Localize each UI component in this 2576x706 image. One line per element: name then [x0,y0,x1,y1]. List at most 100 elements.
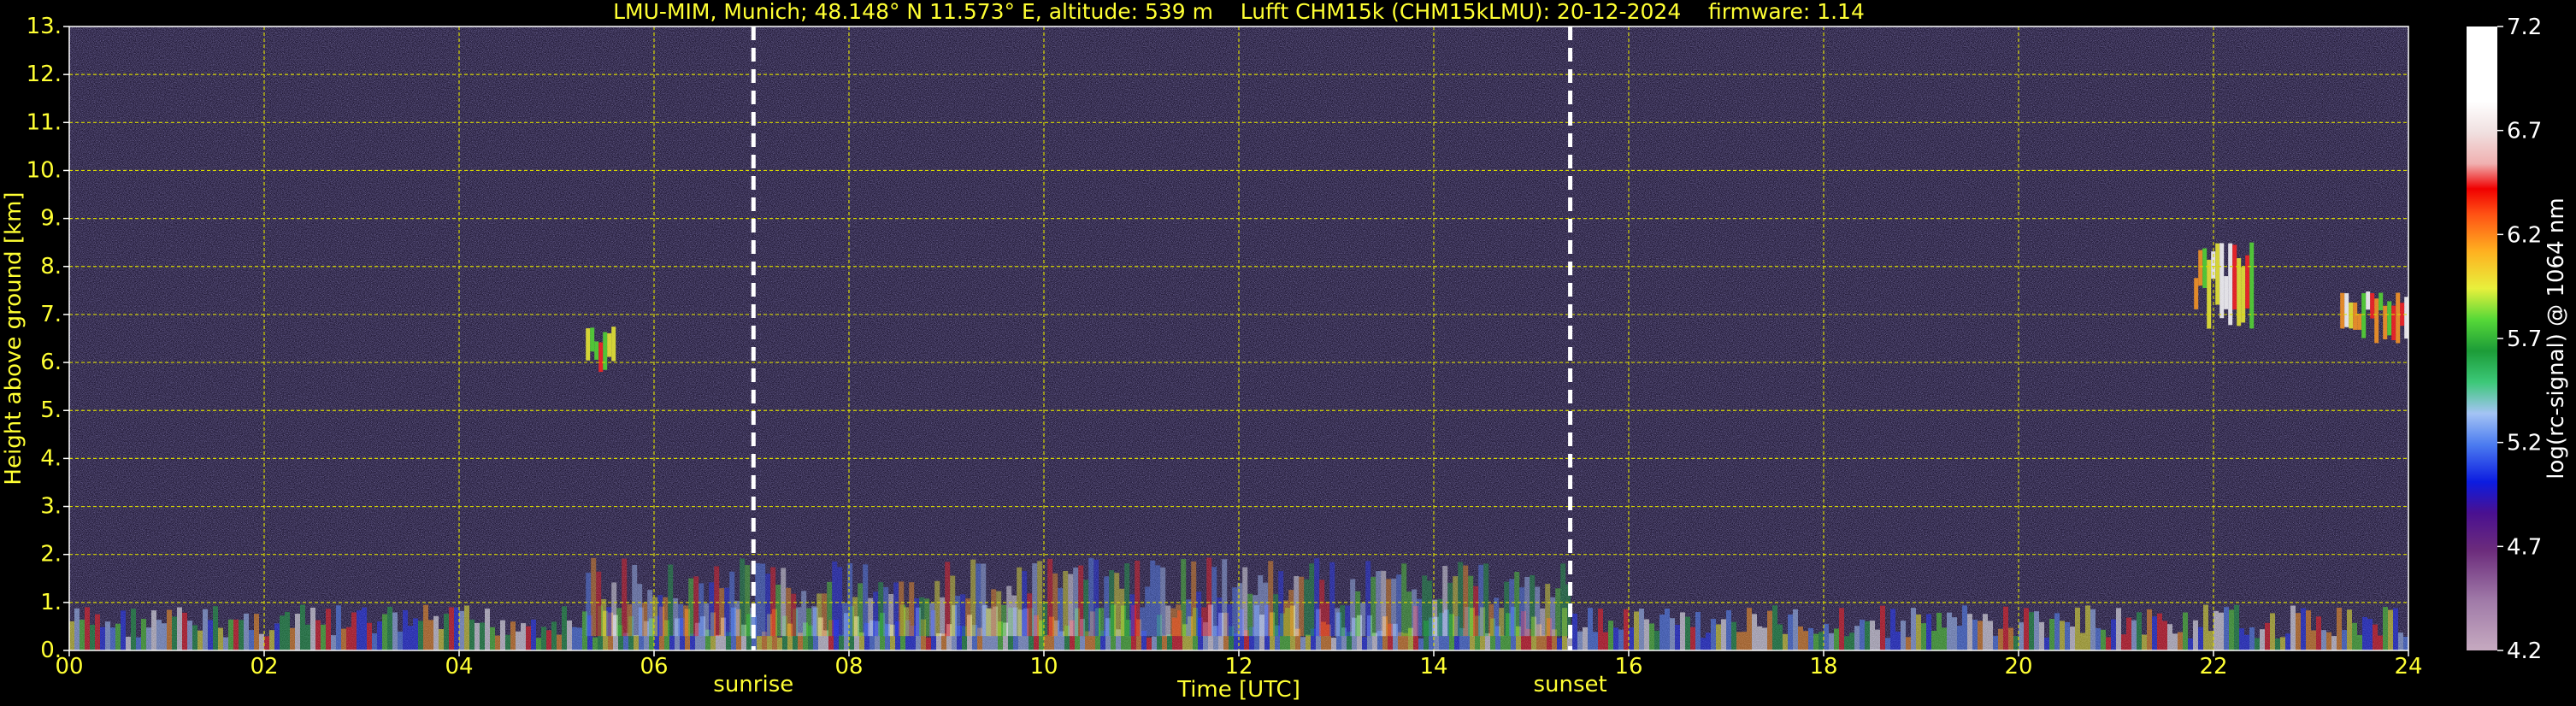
aerosol-layer-column [1058,587,1064,637]
aerosol-layer-column [811,606,817,637]
aerosol-layer-column [976,563,981,637]
boundary-layer-column [2270,613,2275,650]
boundary-layer-column [218,627,223,650]
y-tick-label: 12. [27,62,62,87]
boundary-layer-column [777,637,782,650]
boundary-layer-column [1772,605,1777,650]
aerosol-layer-column [765,574,771,637]
x-tick-label: 24 [2394,654,2422,680]
boundary-layer-column [418,621,423,650]
boundary-layer-column [2347,609,2352,650]
boundary-layer-column [1639,609,1644,650]
boundary-layer-column [1721,619,1726,650]
aerosol-layer-column [827,581,833,637]
aerosol-layer-column [1329,562,1335,637]
aerosol-layer-column [775,585,781,637]
aerosol-layer-column [1247,593,1253,637]
boundary-layer-column [526,626,531,650]
aerosol-layer-column [893,582,899,637]
boundary-layer-column [1685,616,1690,650]
boundary-layer-column [2147,609,2152,650]
x-tick-label: 20 [2004,654,2032,680]
aerosol-layer-column [1519,587,1525,637]
cloud-column [2245,255,2250,309]
aerosol-layer-column [945,562,951,637]
boundary-layer-column [367,622,372,650]
aerosol-layer-column [1355,591,1361,637]
boundary-layer-column [141,619,146,650]
aerosol-layer-column [1283,600,1289,637]
aerosol-layer-column [1273,594,1279,637]
aerosol-layer-column [616,608,622,637]
boundary-layer-column [2096,627,2101,650]
boundary-layer-column [2239,628,2244,650]
aerosol-layer-column [1088,557,1094,637]
aerosol-layer-column [914,597,920,637]
boundary-layer-column [562,606,567,650]
cloud-column [2379,292,2384,311]
colorbar-tick-label: 6.7 [2507,119,2542,144]
boundary-layer-column [2142,634,2147,650]
aerosol-layer-column [647,590,653,637]
cloud-column [2194,278,2199,309]
boundary-layer-column [1813,633,1819,650]
aerosol-layer-column [981,563,987,637]
aerosol-layer-column [1504,581,1510,637]
aerosol-layer-column [1560,563,1566,637]
boundary-layer-column [1706,632,1711,650]
aerosol-layer-column [1314,558,1320,637]
boundary-layer-column [2188,638,2193,650]
boundary-layer-column [2378,635,2383,650]
aerosol-layer-column [1104,576,1110,637]
boundary-layer-column [300,604,305,650]
boundary-layer-column [239,620,244,650]
aerosol-layer-column [1052,573,1058,637]
boundary-layer-column [2260,629,2265,650]
y-tick-label: 3. [40,494,62,520]
boundary-layer-column [1695,611,1701,650]
boundary-layer-column [2208,631,2213,650]
boundary-layer-column [1624,609,1629,650]
boundary-layer-column [1665,609,1670,650]
aerosol-layer-column [627,603,633,637]
aerosol-layer-column [806,608,812,637]
boundary-layer-column [2362,616,2367,650]
cloud-column [2396,292,2401,344]
cloud-column [2344,293,2349,327]
y-tick-label: 10. [27,157,62,183]
boundary-layer-column [567,620,572,650]
boundary-layer-column [351,612,357,650]
aerosol-layer-column [816,593,822,637]
boundary-layer-column [536,638,541,650]
aerosol-layer-column [637,584,643,637]
boundary-layer-column [90,624,95,650]
aerosol-layer-column [1350,579,1356,637]
cloud-column [2366,291,2371,310]
aerosol-layer-column [1099,608,1105,637]
aerosol-layer-column [1447,582,1453,637]
boundary-layer-column [2311,630,2316,650]
aerosol-layer-column [1391,579,1397,637]
boundary-layer-column [80,620,85,650]
boundary-layer-column [1670,618,1675,650]
aerosol-layer-column [693,576,699,637]
boundary-layer-column [1931,630,1936,650]
boundary-layer-column [197,630,203,650]
boundary-layer-column [2090,609,2096,650]
x-tick-label: 22 [2199,654,2227,680]
cloud-column [594,341,599,360]
boundary-layer-column [1824,623,1829,650]
aerosol-layer-column [657,595,663,637]
boundary-layer-column [2003,606,2008,650]
boundary-layer-column [1916,614,1921,650]
aerosol-layer-column [1494,597,1500,637]
aerosol-layer-column [1001,604,1007,637]
aerosol-layer-column [1345,605,1351,637]
boundary-layer-column [1634,611,1639,650]
aerosol-layer-column [1181,558,1187,637]
aerosol-layer-column [1129,594,1135,637]
aerosol-layer-column [965,598,971,637]
boundary-layer-column [121,610,126,650]
boundary-layer-column [413,618,418,650]
boundary-layer-column [2116,608,2121,650]
